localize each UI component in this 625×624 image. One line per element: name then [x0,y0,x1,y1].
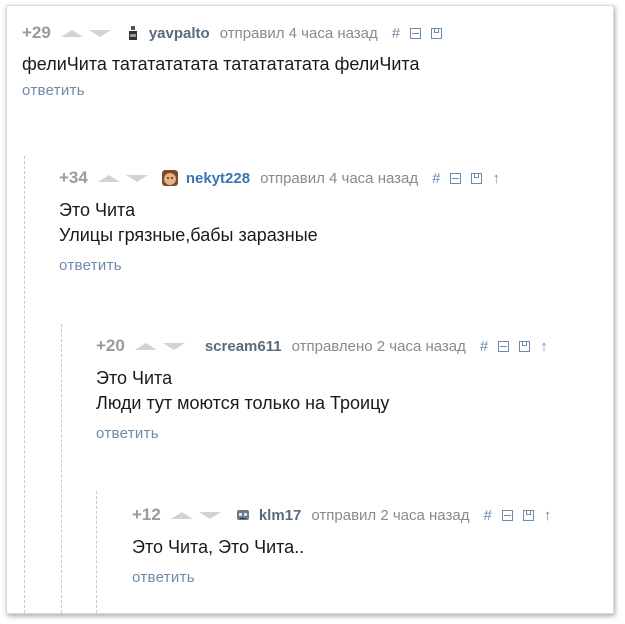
permalink-hash-icon[interactable]: # [432,170,440,187]
username[interactable]: yavpalto [149,25,210,42]
thread-line-1 [24,156,25,613]
comment-meta: +20 scream611 отправлено 2 часа назад # … [96,335,613,357]
upvote-icon[interactable] [60,29,83,37]
save-icon[interactable] [522,509,534,521]
timestamp: отправил 4 часа назад [260,169,419,187]
rating: +34 [59,168,88,187]
comment-2: +34 nekyt228 отправил 4 часа назад # ↑ Э… [59,167,613,274]
comment-line: Это Чита, Это Чита.. [132,537,305,557]
parent-arrow-icon[interactable]: ↑ [492,170,500,187]
parent-arrow-icon[interactable]: ↑ [540,338,548,355]
comment-text: Это Чита Люди тут моются только на Троиц… [96,366,613,416]
comment-text: Это Чита, Это Чита.. [132,535,613,560]
collapse-icon[interactable] [410,27,422,39]
collapse-icon[interactable] [450,172,462,184]
comment-3: +20 scream611 отправлено 2 часа назад # … [96,335,613,442]
rating: +20 [96,336,125,355]
comment-text: фелиЧита тататататата тататататата фелиЧ… [22,52,613,77]
thread-line-2 [61,324,62,613]
comment-line: Улицы грязные,бабы заразные [59,225,318,245]
upvote-icon[interactable] [134,342,157,350]
reply-link[interactable]: ответить [132,569,613,586]
permalink-hash-icon[interactable]: # [392,25,400,42]
permalink-hash-icon[interactable]: # [480,338,488,355]
save-icon[interactable] [471,172,483,184]
rating: +29 [22,23,51,42]
comment-4: +12 klm17 отправил 2 часа назад # ↑ Это … [132,504,613,586]
face-avatar[interactable] [161,170,178,186]
comment-line: фелиЧита тататататата тататататата фелиЧ… [22,54,420,74]
downvote-icon[interactable] [198,511,221,519]
comment-thread: +29 yavpalto отправил 4 часа назад # фел… [6,5,614,614]
timestamp: отправлено 2 часа назад [291,337,466,355]
collapse-icon[interactable] [501,509,513,521]
comment-line: Люди тут моются только на Троицу [96,393,390,413]
parent-arrow-icon[interactable]: ↑ [544,507,552,524]
robot-avatar[interactable] [235,507,251,523]
save-icon[interactable] [519,340,531,352]
timestamp: отправил 4 часа назад [219,24,378,42]
upvote-icon[interactable] [97,174,120,182]
comment-1: +29 yavpalto отправил 4 часа назад # фел… [22,22,613,99]
collapse-icon[interactable] [498,340,510,352]
downvote-icon[interactable] [125,174,148,182]
comment-line: Это Чита [59,200,136,220]
thread-line-3 [96,491,97,613]
bottle-avatar[interactable] [125,25,141,41]
comment-meta: +34 nekyt228 отправил 4 часа назад # ↑ [59,167,613,189]
comment-text: Это Чита Улицы грязные,бабы заразные [59,198,613,248]
rating: +12 [132,505,161,524]
save-icon[interactable] [431,27,443,39]
reply-link[interactable]: ответить [96,425,613,442]
comment-meta: +29 yavpalto отправил 4 часа назад # [22,22,613,44]
timestamp: отправил 2 часа назад [311,506,470,524]
permalink-hash-icon[interactable]: # [483,507,491,524]
reply-link[interactable]: ответить [59,257,613,274]
username[interactable]: scream611 [205,338,282,355]
upvote-icon[interactable] [170,511,193,519]
comment-meta: +12 klm17 отправил 2 часа назад # ↑ [132,504,613,526]
comment-line: Это Чита [96,368,173,388]
username[interactable]: nekyt228 [186,170,250,187]
downvote-icon[interactable] [88,29,111,37]
downvote-icon[interactable] [162,342,185,350]
username[interactable]: klm17 [259,507,302,524]
reply-link[interactable]: ответить [22,82,613,99]
